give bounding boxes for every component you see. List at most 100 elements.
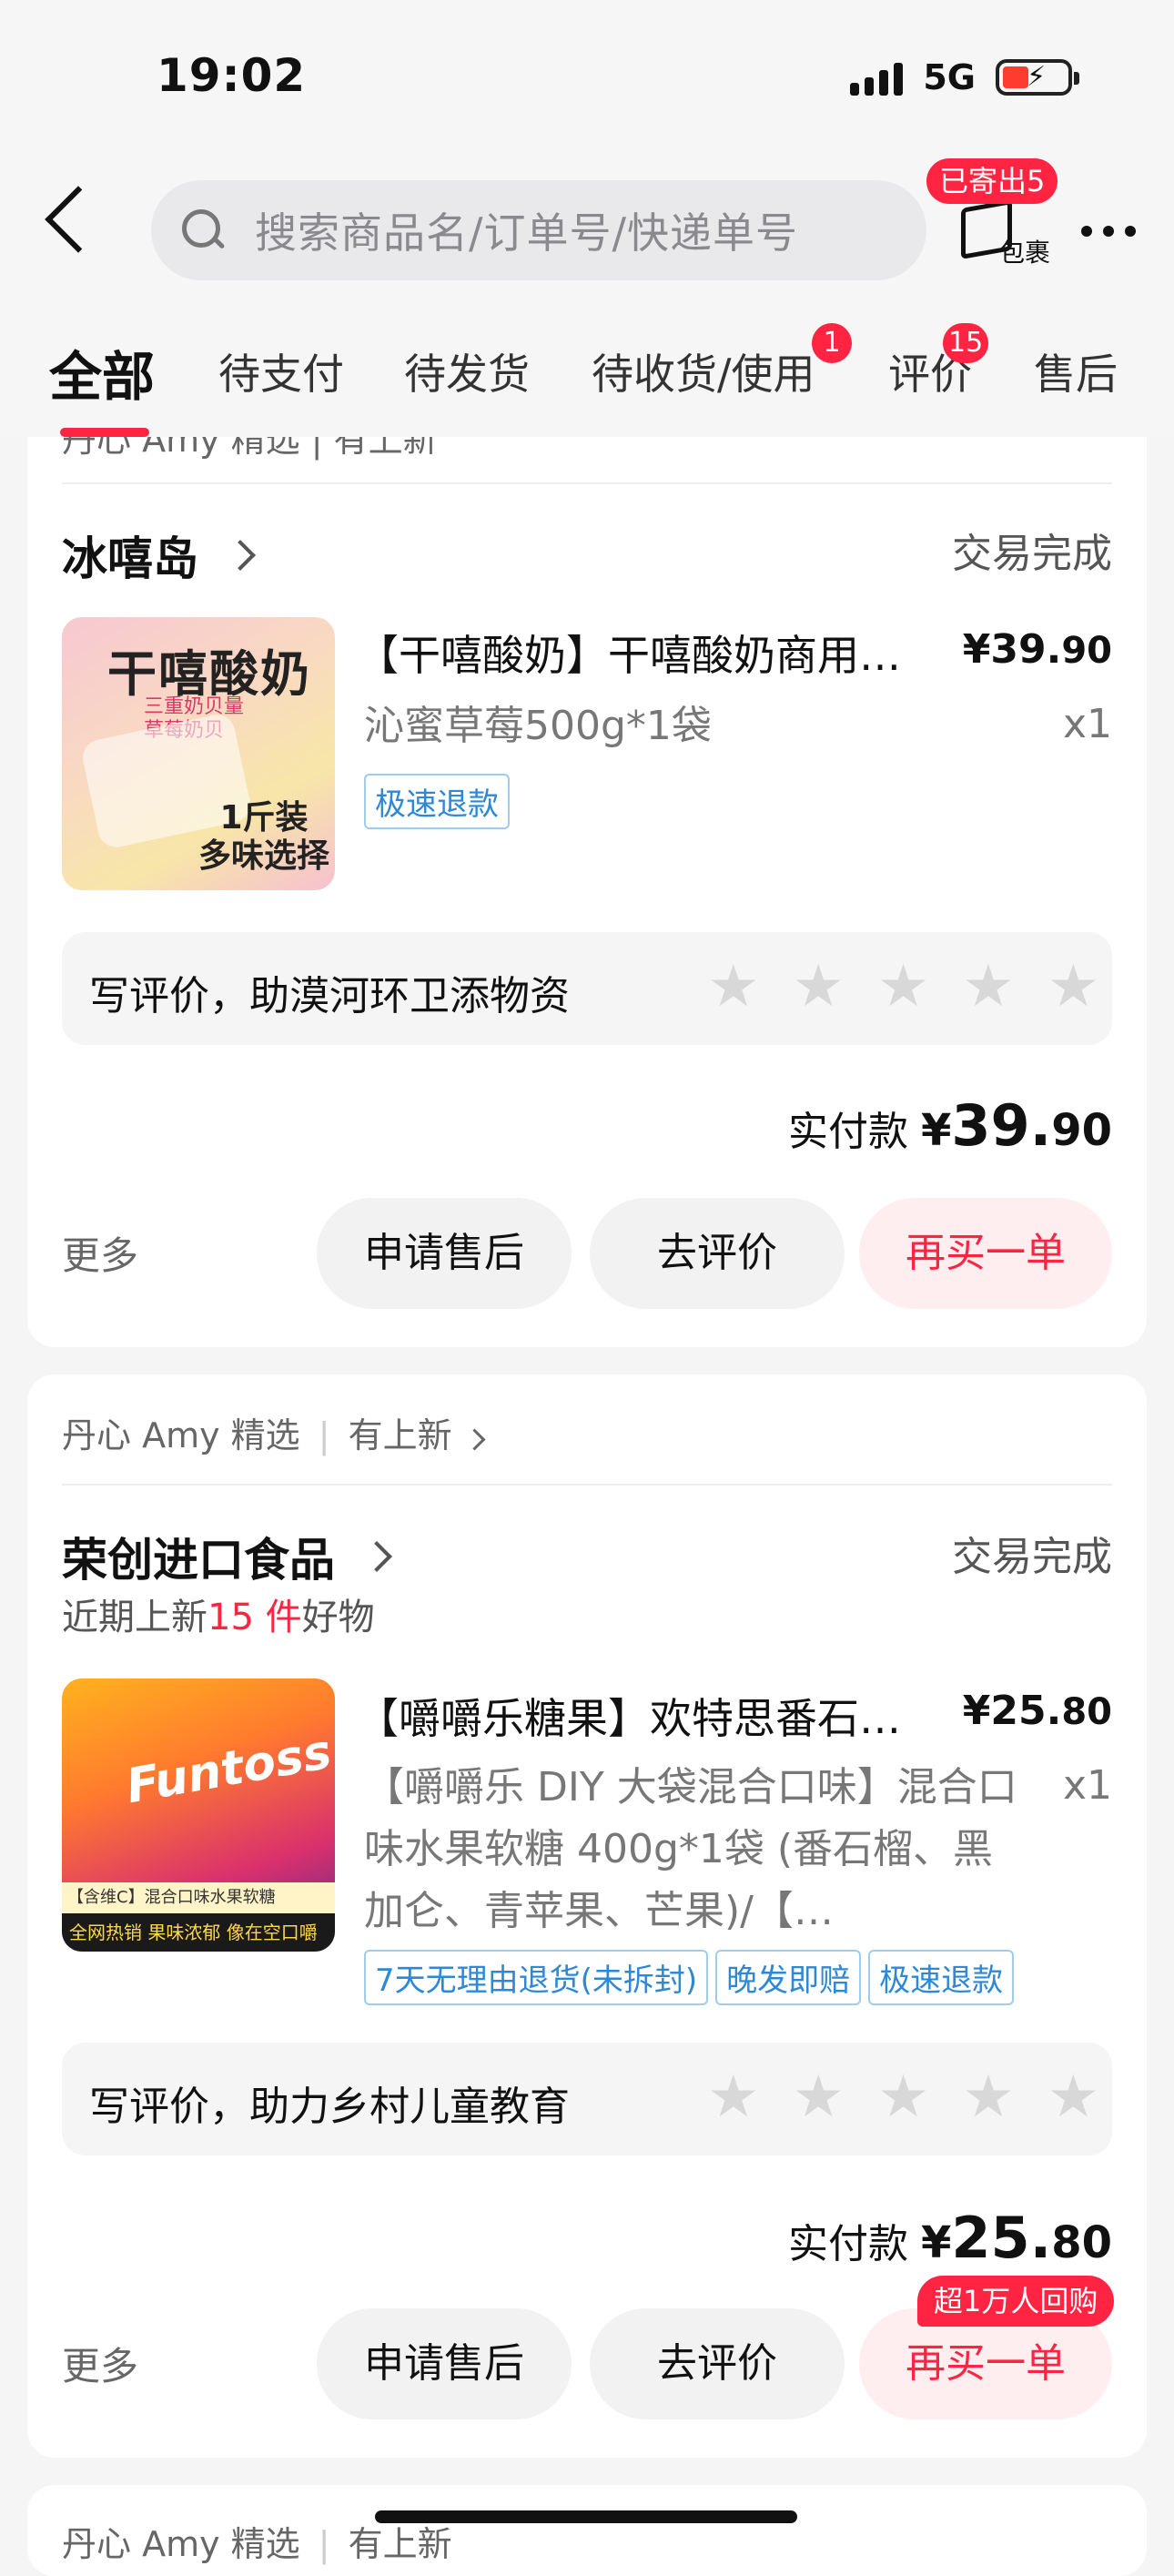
product-spec: 沁蜜草莓500g*1袋: [364, 703, 712, 749]
star-icon[interactable]: ★: [707, 2064, 759, 2130]
price-decimal: 80: [1061, 1691, 1112, 1733]
tab-pending-receipt-badge: 1: [812, 323, 852, 363]
seller-name: 丹心 Amy 精选: [62, 1415, 300, 1455]
status-time: 19:02: [157, 49, 307, 102]
product-title[interactable]: 【干嘻酸奶】干嘻酸奶商用…: [357, 623, 921, 683]
product-qty: x1: [1062, 1762, 1112, 1809]
paid-label: 实付款: [787, 1109, 908, 1155]
more-link[interactable]: 更多: [62, 2336, 138, 2391]
price-main: ¥39.: [962, 626, 1062, 673]
search-placeholder: 搜索商品名/订单号/快递单号: [255, 208, 798, 258]
tag-7day-return: 7天无理由退货(未拆封): [364, 1950, 709, 2005]
star-icon[interactable]: ★: [793, 2064, 845, 2130]
seller-new-label: 有上新: [348, 2524, 452, 2564]
paid-decimal: 80: [1051, 2217, 1112, 2268]
paid-integer: 25.: [951, 2205, 1052, 2271]
service-tags: 7天无理由退货(未拆封) 晚发即赔 极速退款: [364, 1950, 1015, 2005]
search-bar[interactable]: 搜索商品名/订单号/快递单号: [151, 180, 926, 280]
order-card: 丹心 Amy 精选 | 有上新 荣创进口食品 交易完成 近期上新15 件好物 F…: [27, 1374, 1147, 2458]
seller-name: 丹心 Amy 精选: [62, 2524, 300, 2564]
paid-amount: 实付款 ¥25.80: [788, 2205, 1112, 2271]
more-icon[interactable]: [1081, 226, 1136, 237]
search-icon: [182, 209, 224, 251]
signal-icon: [850, 59, 904, 96]
seller-line[interactable]: 丹心 Amy 精选 | 有上新: [62, 1407, 486, 1457]
star-icon[interactable]: ★: [1047, 954, 1099, 1019]
review-prompt-text: 写评价，助力乡村儿童教育: [89, 2084, 570, 2130]
seller-line[interactable]: 丹心 Amy 精选 | 有上新: [62, 2516, 452, 2566]
tab-all[interactable]: 全部: [49, 334, 155, 411]
rating-stars[interactable]: ★ ★ ★ ★ ★: [707, 2064, 1099, 2130]
product-image[interactable]: Funtoss 【含维C】混合口味水果软糖400g*1袋 全网热销 果味浓郁 像…: [62, 1678, 335, 1952]
image-brand: Funtoss: [122, 1724, 335, 1815]
star-icon[interactable]: ★: [1047, 2064, 1099, 2130]
review-prompt[interactable]: 写评价，助力乡村儿童教育 ★ ★ ★ ★ ★: [62, 2043, 1112, 2155]
product-qty: x1: [1062, 701, 1112, 747]
product-price: ¥39.90: [963, 626, 1112, 673]
review-button[interactable]: 去评价: [590, 2308, 845, 2419]
promo-suffix: 好物: [301, 1597, 375, 1638]
top-bar: 19:02 5G ⚡ 搜索商品名/订单号/快递单号 包裹 已寄出5 全部 待支付…: [0, 0, 1174, 437]
review-prompt[interactable]: 写评价，助漠河环卫添物资 ★ ★ ★ ★ ★: [62, 932, 1112, 1045]
paid-decimal: 90: [1051, 1105, 1112, 1156]
order-status: 交易完成: [952, 1534, 1112, 1580]
tag-fast-refund: 极速退款: [364, 774, 510, 829]
product-price: ¥25.80: [963, 1688, 1112, 1734]
paid-integer: 39.: [951, 1092, 1052, 1159]
star-icon[interactable]: ★: [962, 2064, 1014, 2130]
status-icons: 5G ⚡: [850, 55, 1079, 100]
order-card: 丹心 Amy 精选 | 有上新: [27, 2485, 1147, 2576]
promo-count: 15 件: [207, 1597, 302, 1638]
product-image[interactable]: 干嘻酸奶 三重奶贝量 草莓奶贝 1斤装 多味选择: [62, 617, 335, 890]
more-link[interactable]: 更多: [62, 1225, 138, 1281]
review-button[interactable]: 去评价: [590, 1198, 845, 1309]
star-icon[interactable]: ★: [962, 954, 1014, 1019]
home-indicator: [375, 2510, 797, 2523]
package-label: 包裹: [999, 238, 1051, 268]
tab-pending-shipment[interactable]: 待发货: [404, 341, 530, 401]
back-icon[interactable]: [45, 186, 112, 253]
shop-promo: 近期上新15 件好物: [62, 1587, 375, 1640]
chevron-right-icon: [463, 1428, 486, 1451]
after-sales-button[interactable]: 申请售后: [317, 1198, 572, 1309]
tab-pending-payment[interactable]: 待支付: [218, 341, 344, 401]
network-label: 5G: [923, 57, 976, 97]
star-icon[interactable]: ★: [707, 954, 759, 1019]
tab-after-sales[interactable]: 售后: [1034, 341, 1118, 401]
star-icon[interactable]: ★: [793, 954, 845, 1019]
paid-amount: 实付款 ¥39.90: [788, 1092, 1112, 1159]
shop-name[interactable]: 荣创进口食品: [62, 1524, 392, 1589]
price-decimal: 90: [1061, 630, 1112, 672]
rebuy-hint-badge: 超1万人回购: [917, 2276, 1115, 2327]
rating-stars[interactable]: ★ ★ ★ ★ ★: [707, 954, 1099, 1019]
chevron-right-icon: [225, 540, 256, 571]
image-band: 全网热销 果味浓郁 像在空口嚼果汁: [62, 1913, 335, 1952]
shop-name[interactable]: 冰嘻岛: [62, 522, 256, 588]
package-button[interactable]: 包裹: [956, 198, 1056, 271]
divider: [62, 482, 1112, 484]
order-card: 丹心 Amy 精选 | 有上新 冰嘻岛 交易完成 干嘻酸奶 三重奶贝量 草莓奶贝…: [27, 364, 1147, 1347]
price-main: ¥25.: [962, 1688, 1062, 1734]
image-promo: 1斤装 多味选择: [198, 799, 330, 875]
divider: [62, 1484, 1112, 1486]
shop-name-label: 荣创进口食品: [62, 1534, 335, 1587]
star-icon[interactable]: ★: [877, 954, 929, 1019]
tab-pending-receipt[interactable]: 待收货/使用: [592, 341, 815, 401]
buy-again-button[interactable]: 再买一单: [859, 1198, 1112, 1309]
after-sales-button[interactable]: 申请售后: [317, 2308, 572, 2419]
tab-review-badge: 15: [943, 323, 989, 363]
active-tab-indicator: [60, 428, 149, 437]
battery-icon: ⚡: [996, 59, 1079, 96]
order-status: 交易完成: [952, 531, 1112, 577]
shop-name-label: 冰嘻岛: [62, 532, 198, 585]
image-strip: 【含维C】混合口味水果软糖400g*1袋: [62, 1882, 335, 1938]
review-prompt-text: 写评价，助漠河环卫添物资: [89, 973, 570, 1019]
seller-new-label: 有上新: [348, 1415, 452, 1455]
product-spec: 【嚼嚼乐 DIY 大袋混合口味】混合口味水果软糖 400g*1袋 (番石榴、黑加…: [364, 1764, 1017, 1934]
star-icon[interactable]: ★: [877, 2064, 929, 2130]
paid-currency: ¥: [920, 1105, 952, 1156]
service-tags: 极速退款: [364, 774, 510, 829]
product-title[interactable]: 【嚼嚼乐糖果】欢特思番石…: [357, 1686, 921, 1746]
paid-currency: ¥: [920, 2217, 952, 2268]
tag-fast-refund: 极速退款: [868, 1950, 1015, 2005]
